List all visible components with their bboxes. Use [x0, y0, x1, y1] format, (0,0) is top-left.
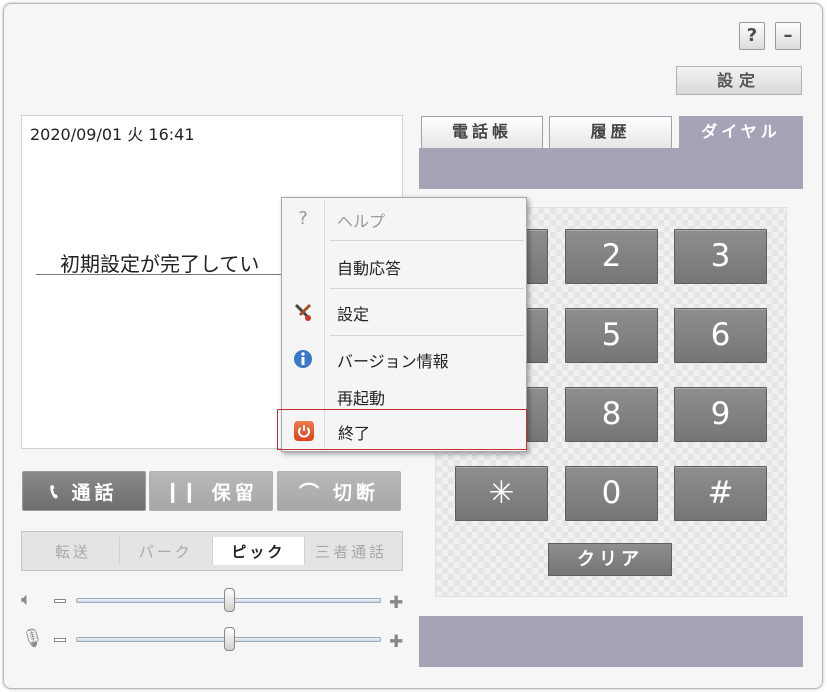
menu-item-version-label: バージョン情報	[337, 352, 449, 371]
menu-item-help-label: ヘルプ	[337, 212, 386, 231]
hangup-button-label: 切断	[332, 481, 379, 504]
hold-button[interactable]: ❙❙ 保留	[149, 471, 273, 511]
mode-transfer[interactable]: 転送	[27, 537, 120, 565]
menu-item-help[interactable]: ? ヘルプ	[282, 201, 526, 235]
menu-item-restart[interactable]: 再起動	[282, 378, 526, 412]
menu-item-settings-label: 設定	[337, 305, 370, 324]
datetime-text: 2020/09/01 火 16:41	[30, 125, 195, 144]
speaker-volume-thumb[interactable]	[223, 588, 235, 612]
minimize-button[interactable]: –	[775, 22, 801, 50]
menu-separator	[330, 288, 524, 289]
key-star[interactable]: ✳	[455, 466, 548, 521]
key-6[interactable]: 6	[674, 308, 767, 363]
key-2[interactable]: 2	[565, 229, 658, 284]
key-3[interactable]: 3	[674, 229, 767, 284]
mode-park[interactable]: パーク	[120, 537, 213, 565]
power-icon	[293, 419, 315, 441]
clear-button[interactable]: クリア	[548, 543, 672, 576]
context-menu: ? ヘルプ 自動応答 設定 バージョン情報 再起動 終了	[277, 197, 527, 452]
mode-conference[interactable]: 三者通話	[305, 537, 397, 565]
hold-button-label: 保留	[211, 481, 258, 504]
speaker-icon: 🔈︎	[21, 589, 32, 610]
menu-item-version[interactable]: バージョン情報	[282, 341, 526, 375]
speaker-volume-up[interactable]: ✚	[389, 593, 403, 613]
mic-volume-up[interactable]: ✚	[389, 632, 403, 652]
info-icon	[292, 348, 314, 370]
key-5[interactable]: 5	[565, 308, 658, 363]
menu-item-exit[interactable]: 終了	[277, 409, 527, 450]
talk-button-label: 通話	[71, 481, 118, 504]
mode-selector: 転送 パーク ピック 三者通話	[21, 531, 403, 571]
microphone-icon: 🎙︎	[21, 628, 44, 649]
speaker-volume-row: 🔈︎ ✚	[21, 588, 409, 613]
help-button[interactable]: ?	[739, 22, 765, 50]
mic-volume-down[interactable]	[54, 638, 66, 642]
mic-volume-thumb[interactable]	[223, 627, 235, 651]
mic-volume-row: 🎙︎ ✚	[21, 627, 409, 652]
status-message: 初期設定が完了してい	[60, 252, 260, 276]
menu-item-restart-label: 再起動	[337, 389, 386, 408]
key-0[interactable]: 0	[565, 466, 658, 521]
menu-item-auto-answer[interactable]: 自動応答	[282, 248, 526, 282]
tab-dial[interactable]: ダイヤル	[679, 116, 803, 148]
speaker-volume-down[interactable]	[54, 599, 66, 603]
bottom-panel	[419, 616, 803, 667]
tab-history[interactable]: 履歴	[549, 116, 672, 148]
key-hash[interactable]: #	[674, 466, 767, 521]
settings-button[interactable]: 設定	[676, 66, 802, 95]
key-8[interactable]: 8	[565, 387, 658, 442]
hangup-button[interactable]: ⌒ 切断	[277, 471, 401, 511]
phone-icon: 📞︎	[50, 479, 58, 503]
tab-content-header	[419, 148, 803, 189]
menu-item-exit-label: 終了	[338, 424, 371, 443]
tools-icon	[292, 301, 314, 323]
question-icon: ?	[298, 208, 308, 229]
menu-item-settings[interactable]: 設定	[282, 294, 526, 328]
menu-separator	[330, 335, 524, 336]
hangup-icon: ⌒	[298, 480, 319, 505]
menu-separator	[330, 240, 524, 241]
menu-item-auto-answer-label: 自動応答	[337, 259, 402, 278]
pause-icon: ❙❙	[164, 479, 198, 503]
tab-phonebook[interactable]: 電話帳	[421, 116, 543, 148]
talk-button[interactable]: 📞︎ 通話	[22, 471, 146, 511]
mode-pick[interactable]: ピック	[212, 537, 306, 565]
key-9[interactable]: 9	[674, 387, 767, 442]
